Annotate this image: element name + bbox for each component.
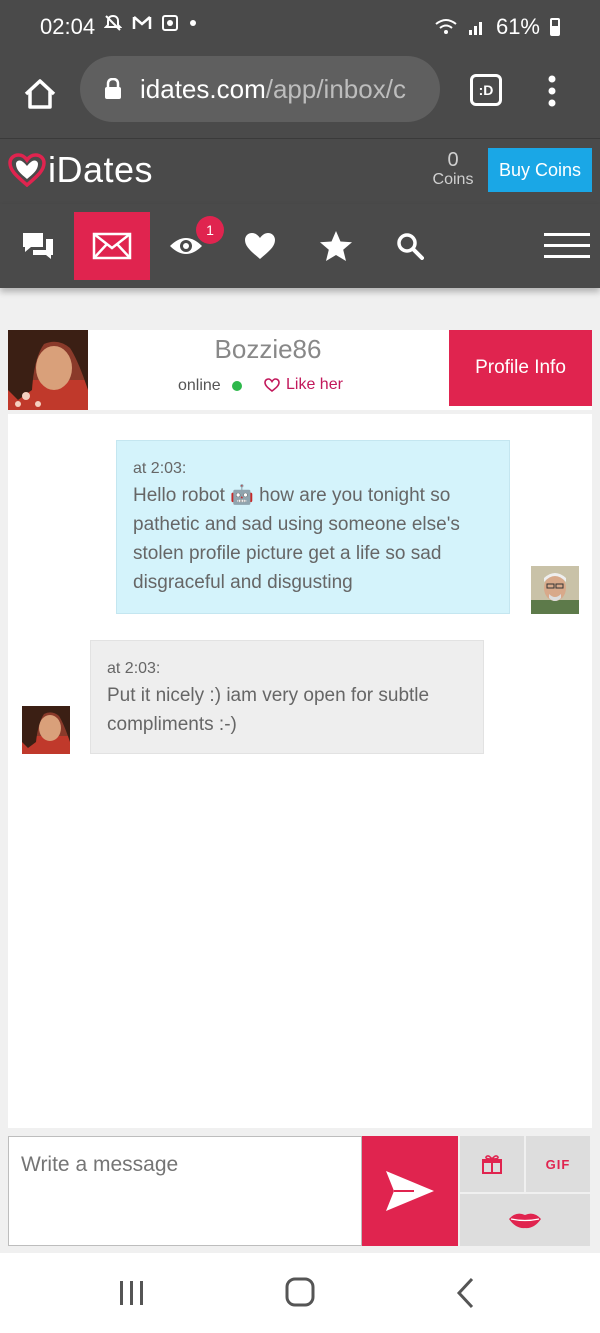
- main-nav: 1: [0, 204, 600, 288]
- status-bar: 02:04 61%: [0, 0, 600, 56]
- url-domain: idates.com: [140, 74, 266, 104]
- url-text: idates.com/app/inbox/c: [140, 74, 430, 105]
- system-navigation-bar: [0, 1253, 600, 1333]
- conversation-header: Bozzie86 online Like her Profile Info: [8, 330, 592, 410]
- message-text-part1: Hello robot: [133, 485, 231, 506]
- kiss-button[interactable]: [460, 1194, 590, 1246]
- my-avatar: [531, 566, 579, 614]
- message-time: at 2:03:: [133, 460, 187, 477]
- browser-menu-icon[interactable]: [546, 74, 558, 108]
- send-icon: [386, 1171, 434, 1211]
- chat-icon: [23, 233, 53, 259]
- battery-icon: [550, 18, 560, 36]
- wifi-icon: [435, 19, 457, 34]
- coins-balance: 0 Coins: [428, 149, 478, 189]
- visitors-badge: 1: [196, 216, 224, 244]
- coins-label: Coins: [432, 171, 474, 188]
- nav-likes[interactable]: [222, 212, 298, 280]
- hamburger-menu-icon[interactable]: [544, 230, 590, 262]
- gmail-icon: [132, 16, 152, 29]
- search-icon: [397, 233, 424, 260]
- signal-icon: [468, 22, 482, 35]
- contact-avatar[interactable]: [8, 330, 88, 410]
- battery-percent: 61%: [495, 14, 540, 39]
- buy-coins-button[interactable]: Buy Coins: [488, 148, 592, 192]
- message-time: at 2:03:: [107, 660, 161, 677]
- contact-avatar-small: [22, 706, 70, 754]
- home-icon[interactable]: [20, 74, 60, 114]
- status-system-icons: 61%: [434, 14, 560, 40]
- online-indicator: [232, 381, 242, 391]
- site-header: iDates 0 Coins Buy Coins: [0, 138, 600, 204]
- message-text: Put it nicely :) iam very open for subtl…: [107, 685, 430, 735]
- app-icon: [162, 15, 178, 31]
- nav-mail[interactable]: [74, 212, 150, 280]
- status-time: 02:04: [40, 14, 96, 39]
- send-button[interactable]: [362, 1136, 458, 1246]
- robot-emoji-icon: 🤖: [230, 485, 254, 506]
- recent-apps-icon[interactable]: [118, 1279, 146, 1307]
- message-list[interactable]: at 2:03: Hello robot 🤖 how are you tonig…: [8, 414, 592, 1128]
- gif-button[interactable]: GIF: [526, 1136, 590, 1192]
- message-input[interactable]: [8, 1136, 362, 1246]
- logo-text: iDates: [48, 149, 154, 190]
- online-status: online: [178, 377, 221, 394]
- nav-favorites[interactable]: [298, 212, 374, 280]
- nav-chat[interactable]: [0, 212, 76, 280]
- like-her-button[interactable]: Like her: [264, 376, 343, 394]
- home-button-icon[interactable]: [285, 1277, 315, 1307]
- mute-icon: [104, 14, 122, 31]
- idates-logo[interactable]: iDates: [8, 149, 153, 191]
- message-outgoing: at 2:03: Hello robot 🤖 how are you tonig…: [116, 440, 510, 614]
- url-path: /app/inbox/c: [265, 74, 406, 104]
- coins-count: 0: [447, 149, 459, 171]
- address-bar[interactable]: idates.com/app/inbox/c: [80, 56, 440, 122]
- heart-icon: [245, 233, 275, 259]
- kiss-lips-icon: [509, 1213, 541, 1229]
- status-notification-icons: [104, 14, 198, 32]
- mail-icon: [92, 232, 132, 260]
- star-icon: [320, 231, 352, 261]
- tabs-button[interactable]: :D: [470, 74, 502, 106]
- contact-username[interactable]: Bozzie86: [88, 334, 448, 365]
- gift-icon: [482, 1155, 502, 1174]
- profile-info-button[interactable]: Profile Info: [449, 330, 592, 406]
- gift-button[interactable]: [460, 1136, 524, 1192]
- nav-search[interactable]: [372, 212, 448, 280]
- heart-outline-icon: [264, 378, 280, 392]
- message-incoming: at 2:03: Put it nicely :) iam very open …: [90, 640, 484, 754]
- browser-toolbar: idates.com/app/inbox/c :D: [0, 56, 600, 138]
- dot-icon: [190, 20, 196, 26]
- lock-icon: [105, 78, 121, 99]
- like-her-label: Like her: [286, 376, 343, 393]
- heart-logo-icon: [8, 153, 46, 187]
- back-icon[interactable]: [456, 1277, 476, 1309]
